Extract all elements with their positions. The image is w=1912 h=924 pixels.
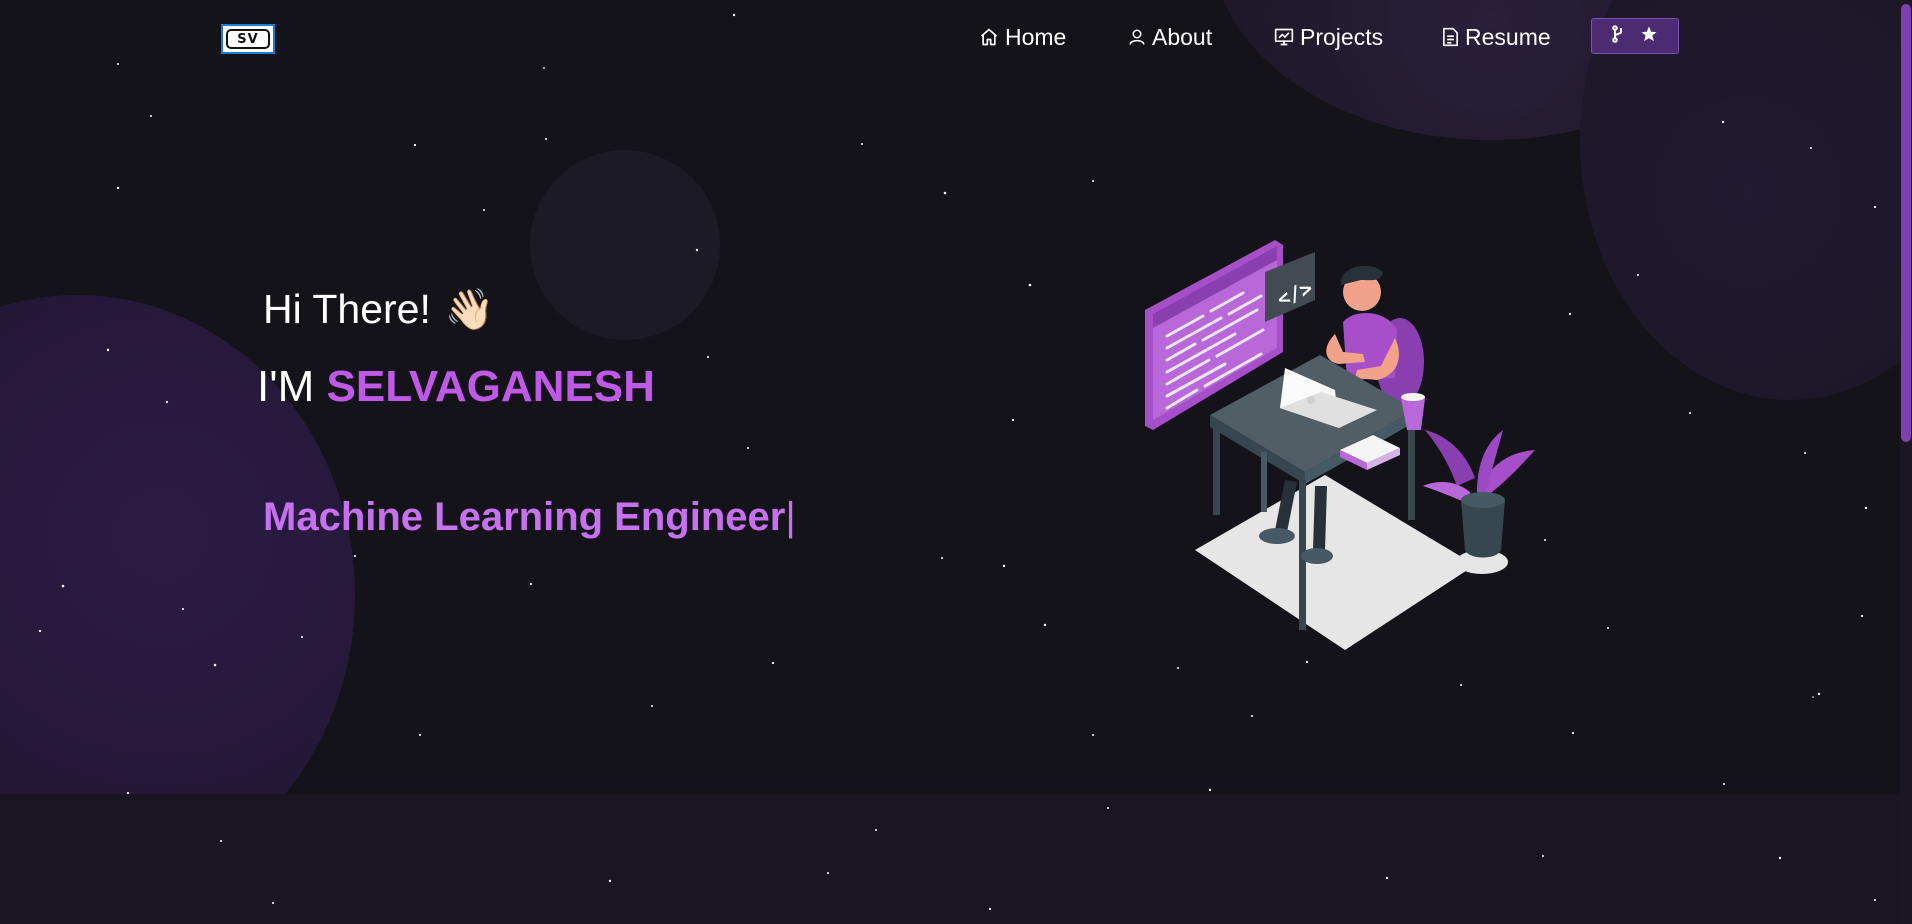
nav-about-label: About xyxy=(1152,23,1213,50)
nav-resume-label: Resume xyxy=(1465,23,1551,50)
user-icon xyxy=(1128,27,1146,47)
starfield xyxy=(38,13,1877,911)
nav-projects[interactable]: Projects xyxy=(1274,20,1383,54)
hero-role-typewriter: Machine Learning Engineer| xyxy=(263,495,796,540)
projects-icon xyxy=(1274,27,1294,47)
git-fork-icon xyxy=(1612,24,1624,48)
hero-greeting: Hi There! 👋🏻 xyxy=(263,286,495,333)
page-scrollbar[interactable] xyxy=(1900,0,1912,924)
nav-home[interactable]: Home xyxy=(979,20,1066,54)
scrollbar-thumb[interactable] xyxy=(1901,4,1911,442)
star-icon xyxy=(1640,25,1658,48)
hero-role: Machine Learning Engineer xyxy=(263,495,786,539)
nav-projects-label: Projects xyxy=(1300,23,1384,50)
hero-name: SELVAGANESH xyxy=(326,362,655,411)
page: SV Home About Projects Resume Hi There! … xyxy=(0,0,1912,924)
github-fork-star-button[interactable] xyxy=(1591,18,1679,54)
nav-about[interactable]: About xyxy=(1128,20,1212,54)
developer-at-desk-illustration: </> xyxy=(1145,240,1535,650)
document-icon xyxy=(1442,27,1459,47)
greeting-text: Hi There! xyxy=(263,286,431,332)
nav-resume[interactable]: Resume xyxy=(1442,20,1551,54)
intro-prefix: I'M xyxy=(257,362,315,411)
hero-intro: I'M SELVAGANESH xyxy=(257,362,655,412)
brand-logo[interactable]: SV xyxy=(221,24,275,54)
waving-hand-icon: 👋🏻 xyxy=(444,288,495,332)
home-icon xyxy=(979,27,999,47)
nav-home-label: Home xyxy=(1005,23,1067,50)
brand-logo-text: SV xyxy=(226,29,270,49)
typewriter-cursor: | xyxy=(785,495,796,539)
